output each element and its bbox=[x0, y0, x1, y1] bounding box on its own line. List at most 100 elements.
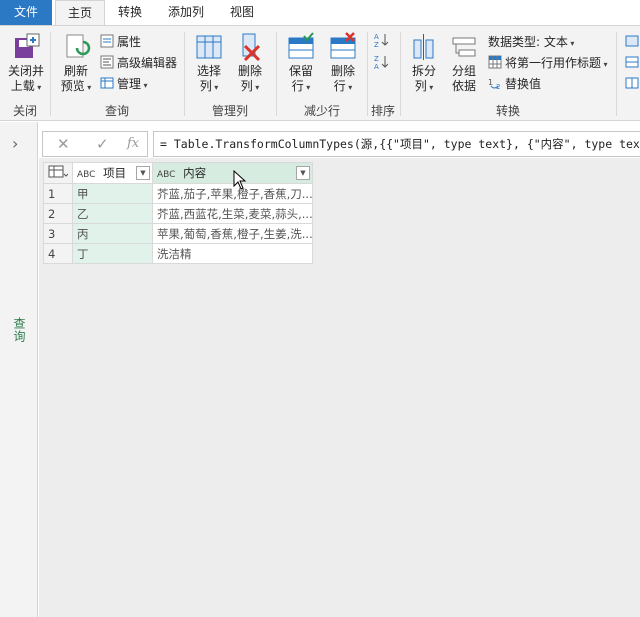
refresh-label-1: 刷新 bbox=[63, 64, 88, 78]
table-row: 3 丙 苹果,葡萄,香蕉,橙子,生姜,洗... bbox=[43, 223, 313, 244]
split-column-label-1: 拆分 bbox=[411, 64, 436, 78]
tab-file[interactable]: 文件 bbox=[0, 0, 52, 25]
group-by-icon bbox=[449, 32, 479, 62]
split-column-button[interactable]: 拆分 列 ▾ bbox=[406, 32, 442, 95]
table-icon bbox=[48, 165, 69, 177]
table-row: 2 乙 芥蓝,西蓝花,生菜,麦菜,蒜头,... bbox=[43, 203, 313, 224]
group-by-button[interactable]: 分组 依据 bbox=[446, 32, 482, 94]
table-menu-button[interactable] bbox=[43, 162, 73, 184]
refresh-preview-button[interactable]: 刷新 预览 ▾ bbox=[56, 32, 96, 95]
manage-button[interactable]: 管理 ▾ bbox=[100, 75, 148, 93]
group-divider bbox=[184, 32, 185, 116]
table-cell[interactable]: 丙 bbox=[72, 223, 153, 244]
data-type-label: 数据类型: 文本 bbox=[488, 35, 568, 49]
group-label-transform: 转换 bbox=[495, 104, 520, 118]
table-header-row: ABC 项目 ▼ ABC 内容 ▼ bbox=[43, 162, 313, 184]
choose-columns-button[interactable]: 选择 列 ▾ bbox=[190, 32, 228, 95]
table-cell[interactable]: 芥蓝,西蓝花,生菜,麦菜,蒜头,... bbox=[152, 203, 313, 224]
split-column-label-2: 列 bbox=[414, 79, 427, 93]
data-preview-area: ABC 项目 ▼ ABC 内容 ▼ 1 甲 芥蓝,茄子,苹果,橙子,香蕉,刀..… bbox=[39, 158, 640, 617]
choose-columns-icon bbox=[194, 32, 224, 62]
ribbon-tab-bar: 文件 主页 转换 添加列 视图 bbox=[0, 0, 640, 26]
advanced-editor-button[interactable]: 高级编辑器 bbox=[100, 54, 177, 72]
group-divider bbox=[276, 32, 277, 116]
svg-text:A: A bbox=[374, 33, 379, 41]
refresh-label-2: 预览 bbox=[60, 79, 85, 93]
table-cell[interactable]: 乙 bbox=[72, 203, 153, 224]
sort-ascending-icon: AZ bbox=[374, 32, 389, 49]
table-row: 4 丁 洗洁精 bbox=[43, 243, 313, 264]
text-type-icon[interactable]: ABC bbox=[77, 170, 95, 180]
group-divider bbox=[400, 32, 401, 116]
table-cell[interactable]: 苹果,葡萄,香蕉,橙子,生姜,洗... bbox=[152, 223, 313, 244]
confirm-icon[interactable]: ✓ bbox=[96, 135, 109, 153]
mouse-cursor-icon bbox=[233, 170, 247, 190]
use-first-row-as-headers-button[interactable]: 将第一行用作标题 ▾ bbox=[488, 54, 608, 72]
group-by-label-1: 分组 bbox=[451, 64, 476, 78]
column-header-label: 项目 bbox=[103, 166, 127, 180]
queries-pane-label[interactable]: 查询 bbox=[11, 317, 28, 343]
column-filter-dropdown[interactable]: ▼ bbox=[296, 166, 310, 180]
tab-home[interactable]: 主页 bbox=[55, 0, 105, 26]
group-label-close: 关闭 bbox=[12, 104, 37, 118]
ribbon: 关闭并 上载 ▾ 关闭 刷新 预览 ▾ 属性 高级编辑器 管理 ▾ 查询 选择 … bbox=[0, 25, 640, 121]
properties-button[interactable]: 属性 bbox=[100, 33, 141, 51]
table-cell[interactable]: 甲 bbox=[72, 183, 153, 204]
row-number[interactable]: 1 bbox=[43, 183, 73, 204]
replace-values-button[interactable]: 1 2 替换值 bbox=[488, 75, 541, 93]
table-cell[interactable]: 洗洁精 bbox=[152, 243, 313, 264]
row-number[interactable]: 2 bbox=[43, 203, 73, 224]
group-label-sort: 排序 bbox=[370, 104, 395, 118]
text-type-icon[interactable]: ABC bbox=[157, 170, 175, 180]
formula-controls: ✕ ✓ fx bbox=[42, 131, 148, 157]
formula-input[interactable]: = Table.TransformColumnTypes(源,{{"项目", t… bbox=[153, 131, 640, 157]
cancel-icon[interactable]: ✕ bbox=[57, 135, 70, 153]
tab-transform[interactable]: 转换 bbox=[108, 0, 152, 25]
append-icon[interactable] bbox=[625, 54, 640, 72]
remove-columns-label-1: 删除 bbox=[237, 64, 262, 78]
svg-text:Z: Z bbox=[374, 55, 379, 63]
remove-rows-label-2: 行 bbox=[333, 79, 346, 93]
table-cell[interactable]: 丁 bbox=[72, 243, 153, 264]
keep-rows-icon bbox=[286, 32, 316, 62]
chevron-right-icon[interactable]: › bbox=[12, 134, 18, 153]
row-number[interactable]: 3 bbox=[43, 223, 73, 244]
group-divider bbox=[616, 32, 617, 116]
replace-values-icon: 12 bbox=[488, 76, 502, 91]
close-load-label-2: 上载 bbox=[10, 79, 35, 93]
queries-pane: › 查询 bbox=[0, 122, 38, 617]
remove-columns-icon bbox=[235, 32, 265, 62]
keep-rows-button[interactable]: 保留 行 ▾ bbox=[282, 32, 320, 95]
close-and-load-button[interactable]: 关闭并 上载 ▾ bbox=[4, 32, 48, 95]
group-label-manage-columns: 管理列 bbox=[211, 104, 248, 118]
group-label-reduce-rows: 减少行 bbox=[303, 104, 340, 118]
replace-values-label: 替换值 bbox=[505, 77, 542, 91]
refresh-icon bbox=[61, 32, 91, 62]
choose-columns-label-2: 列 bbox=[199, 79, 212, 93]
advanced-editor-label: 高级编辑器 bbox=[117, 56, 178, 70]
data-type-dropdown[interactable]: 数据类型: 文本 ▾ bbox=[488, 33, 574, 51]
tab-add-column[interactable]: 添加列 bbox=[158, 0, 214, 25]
sort-descending-button[interactable]: ZA bbox=[374, 54, 391, 72]
remove-rows-label-1: 删除 bbox=[330, 64, 355, 78]
combine-icon[interactable] bbox=[625, 33, 640, 51]
remove-rows-button[interactable]: 删除 行 ▾ bbox=[324, 32, 362, 95]
column-filter-dropdown[interactable]: ▼ bbox=[136, 166, 150, 180]
first-row-header-label: 将第一行用作标题 bbox=[505, 56, 602, 70]
svg-text:1: 1 bbox=[488, 78, 493, 87]
row-number[interactable]: 4 bbox=[43, 243, 73, 264]
fx-icon[interactable]: fx bbox=[127, 136, 139, 151]
table-row: 1 甲 芥蓝,茄子,苹果,橙子,香蕉,刀... bbox=[43, 183, 313, 204]
manage-icon bbox=[100, 76, 114, 90]
column-header-item[interactable]: ABC 项目 ▼ bbox=[72, 162, 153, 184]
column-header-label: 内容 bbox=[183, 166, 207, 180]
formula-bar: ✕ ✓ fx = Table.TransformColumnTypes(源,{{… bbox=[38, 131, 640, 157]
remove-columns-label-2: 列 bbox=[240, 79, 253, 93]
sort-ascending-button[interactable]: AZ bbox=[374, 32, 391, 50]
tab-view[interactable]: 视图 bbox=[220, 0, 264, 25]
sort-descending-icon: ZA bbox=[374, 54, 389, 71]
remove-columns-button[interactable]: 删除 列 ▾ bbox=[231, 32, 269, 95]
remove-rows-icon bbox=[328, 32, 358, 62]
keep-rows-label-2: 行 bbox=[291, 79, 304, 93]
merge-icon[interactable] bbox=[625, 75, 640, 93]
